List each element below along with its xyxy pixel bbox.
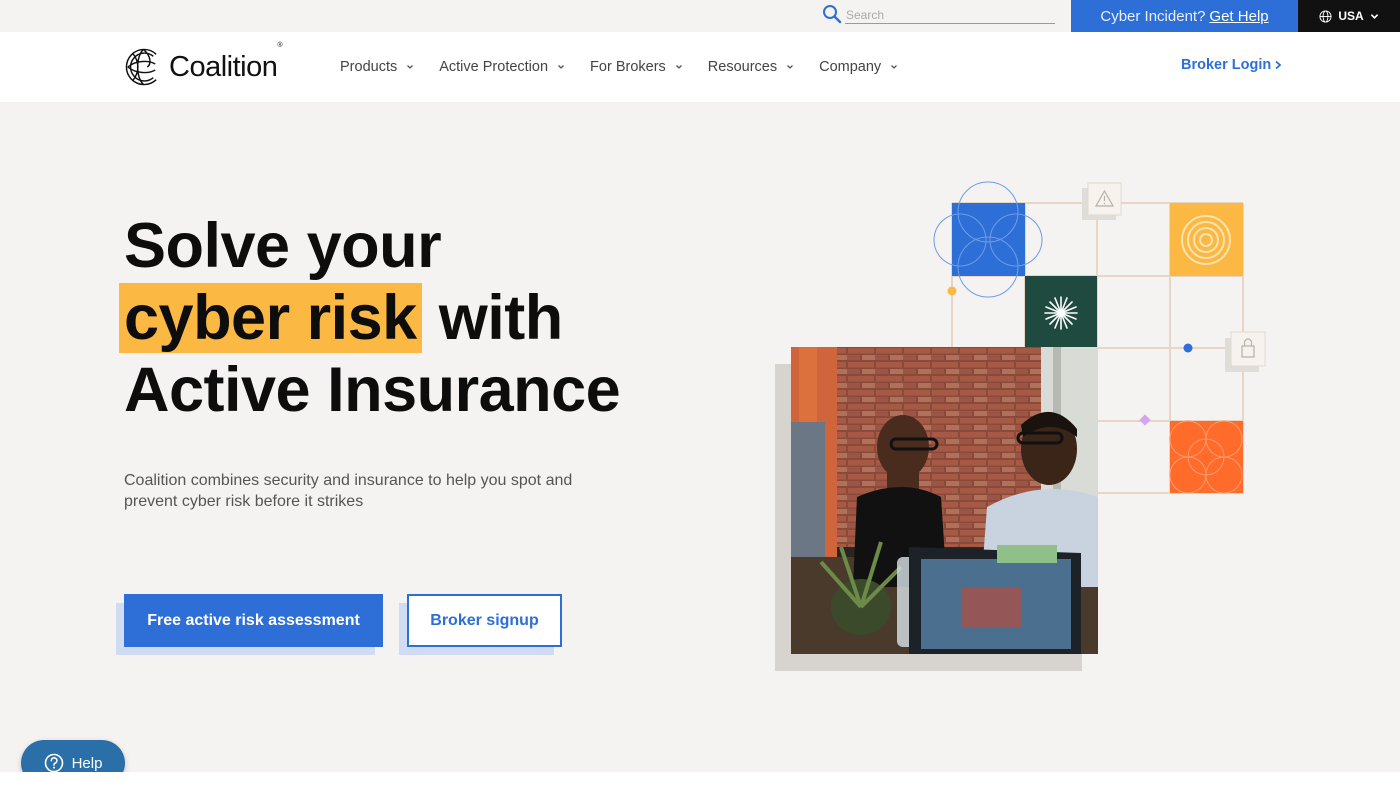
utility-bar: Cyber Incident? Get Help USA <box>0 0 1400 32</box>
chevron-down-icon <box>891 65 898 69</box>
nav-item-label: For Brokers <box>590 59 666 75</box>
incident-text: Cyber Incident? <box>1100 7 1206 25</box>
nav-item-resources[interactable]: Resources <box>708 59 794 75</box>
coalition-logo-icon <box>125 48 157 86</box>
nav-item-label: Products <box>340 59 398 75</box>
broker-login-link[interactable]: Broker Login <box>1181 57 1282 73</box>
warning-tile <box>1082 182 1122 220</box>
purple-diamond <box>1139 414 1151 426</box>
chevron-right-icon <box>1275 60 1282 70</box>
region-selector[interactable]: USA <box>1298 0 1400 32</box>
chevron-down-icon <box>675 65 682 69</box>
chevron-down-icon <box>787 65 794 69</box>
hero-photo <box>791 347 1098 654</box>
chevron-down-icon <box>407 65 414 69</box>
chevron-down-icon <box>558 65 565 69</box>
hero-title-line-1: Solve your <box>124 211 442 281</box>
search-input[interactable] <box>845 6 1055 24</box>
hero-subtitle: Coalition combines security and insuranc… <box>124 472 573 510</box>
hero-title-line-2-rest: with <box>421 283 563 353</box>
search-box[interactable] <box>822 4 1055 24</box>
nav-item-products[interactable]: Products <box>340 59 414 75</box>
next-section-edge <box>0 772 1400 800</box>
yellow-target-tile <box>1170 203 1243 276</box>
orange-tile <box>1169 420 1243 494</box>
question-mark-icon <box>44 753 63 773</box>
nav-item-label: Company <box>819 59 882 75</box>
broker-signup-button[interactable]: Broker signup <box>407 594 562 647</box>
hero-title-highlight: cyber risk <box>119 283 422 353</box>
hero-title: Solve your cyber risk with Active Insura… <box>119 210 621 426</box>
hero-title-line-2: cyber risk with <box>119 282 620 354</box>
nav-item-company[interactable]: Company <box>819 59 898 75</box>
coalition-logo[interactable]: Coalition® <box>124 41 283 88</box>
region-label: USA <box>1338 9 1364 23</box>
main-nav: Coalition® Products Active Protection Fo… <box>0 32 1400 102</box>
office-meeting-photo <box>791 347 1098 654</box>
green-starburst-tile <box>1025 276 1097 348</box>
yellow-dot <box>947 286 957 296</box>
globe-icon <box>1319 9 1332 23</box>
hero-title-line-3: Active Insurance <box>124 355 621 425</box>
nav-item-label: Resources <box>707 59 778 75</box>
blue-dot <box>1183 343 1193 353</box>
chevron-down-icon <box>1370 13 1378 19</box>
nav-menu: Products Active Protection For Brokers R… <box>340 32 923 102</box>
help-label: Help <box>71 754 103 772</box>
nav-item-active-protection[interactable]: Active Protection <box>439 59 565 75</box>
free-risk-assessment-button[interactable]: Free active risk assessment <box>124 594 383 647</box>
cyber-incident-banner: Cyber Incident? Get Help <box>1071 0 1298 32</box>
search-icon[interactable] <box>822 4 842 24</box>
nav-item-for-brokers[interactable]: For Brokers <box>590 59 683 75</box>
get-help-link[interactable]: Get Help <box>1209 8 1268 25</box>
broker-login-label: Broker Login <box>1181 57 1272 73</box>
logo-wordmark: Coalition® <box>169 41 283 83</box>
nav-item-label: Active Protection <box>439 59 549 75</box>
lock-tile <box>1225 331 1266 372</box>
